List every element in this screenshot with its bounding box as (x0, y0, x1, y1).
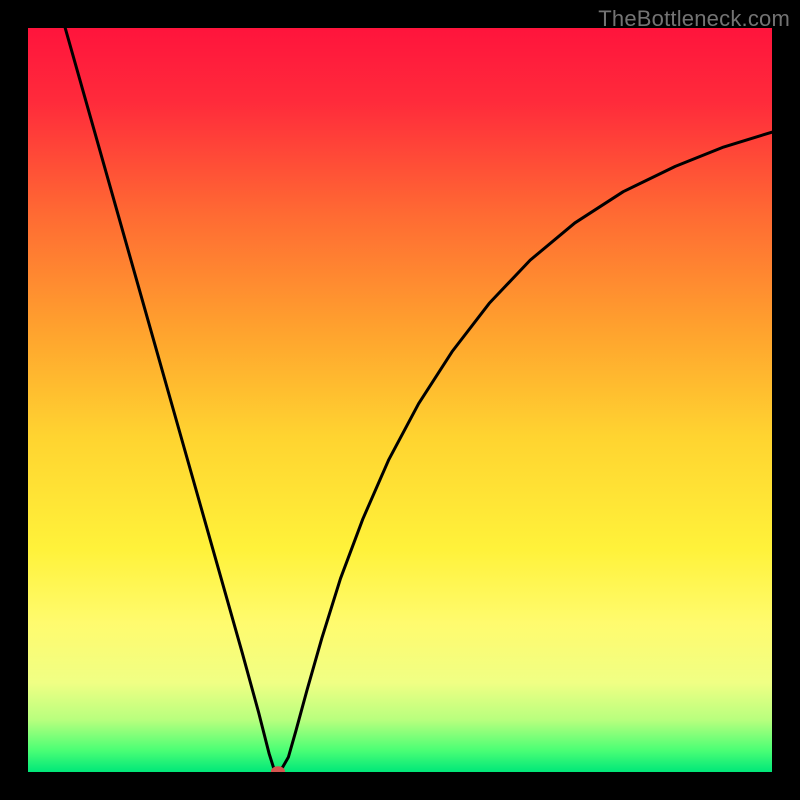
watermark-text: TheBottleneck.com (598, 6, 790, 32)
bottleneck-chart (28, 28, 772, 772)
gradient-background (28, 28, 772, 772)
chart-frame (28, 28, 772, 772)
